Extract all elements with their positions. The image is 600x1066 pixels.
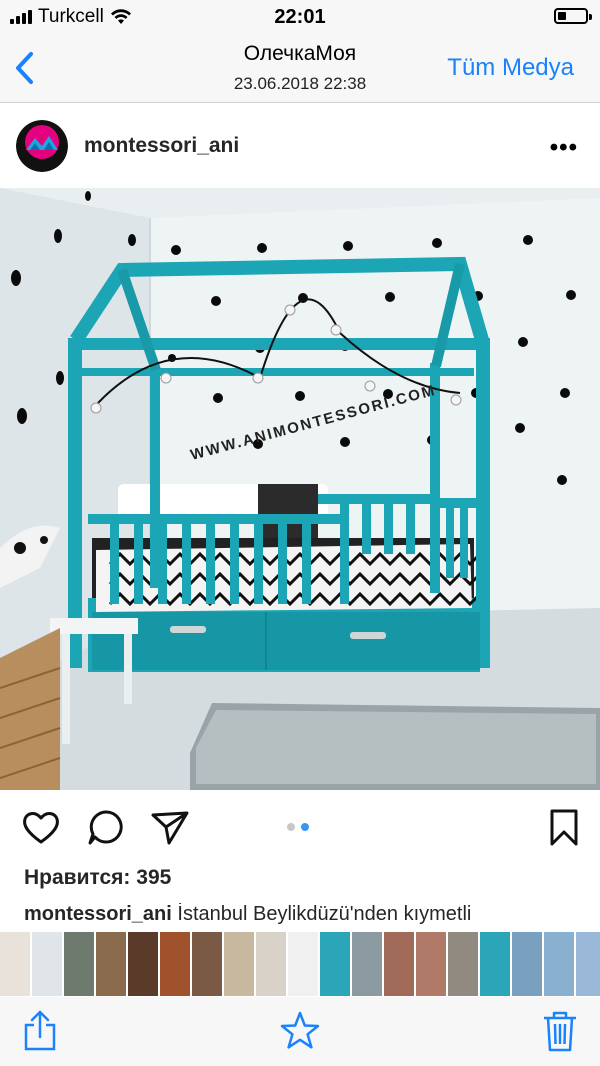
photo-thumbnail[interactable] [256,932,286,996]
photo-thumbnail[interactable] [576,932,600,996]
photo-thumbnail[interactable] [0,932,30,996]
more-icon[interactable]: ••• [550,134,578,162]
bottom-toolbar [0,997,600,1066]
all-media-button[interactable]: Tüm Medya [447,54,574,82]
photo-thumbnail[interactable] [64,932,94,996]
carousel-dots [287,823,309,831]
trash-icon[interactable] [540,1009,580,1053]
photo-thumbnail[interactable] [96,932,126,996]
photo-thumbnail[interactable] [352,932,382,996]
status-time: 22:01 [274,6,326,28]
comment-icon[interactable] [86,808,126,848]
photo-thumbnail[interactable] [320,932,350,996]
bookmark-icon[interactable] [544,808,584,848]
heart-icon[interactable] [21,808,61,848]
post-header: montessori_ani ••• [0,103,600,188]
post-actions [0,790,600,864]
star-icon[interactable] [280,1009,320,1053]
carousel-dot [301,823,309,831]
likes-count[interactable]: Нравится: 395 [24,866,171,890]
battery-icon [554,8,592,24]
caption-text: İstanbul Beylikdüzü'nden kıymetli [177,903,472,925]
bed-photo-illustration: WWW.ANIMONTESSORI.COM [0,188,600,790]
photo-thumbnail[interactable] [384,932,414,996]
status-bar: Turkcell 22:01 [0,0,600,34]
carousel-dot [287,823,295,831]
post-caption: montessori_ani İstanbul Beylikdüzü'nden … [24,903,600,926]
photo-thumbnail[interactable] [32,932,62,996]
thumbnail-strip[interactable] [0,932,600,996]
photo-thumbnail[interactable] [448,932,478,996]
nav-bar: ОлечкаМоя 23.06.2018 22:38 Tüm Medya [0,34,600,103]
photo-thumbnail[interactable] [480,932,510,996]
photo-thumbnail[interactable] [512,932,542,996]
photo-thumbnail[interactable] [224,932,254,996]
avatar[interactable] [16,120,68,172]
photo-thumbnail[interactable] [544,932,574,996]
photo-thumbnail[interactable] [288,932,318,996]
photo-thumbnail[interactable] [416,932,446,996]
share-icon[interactable] [150,808,190,848]
photo-thumbnail[interactable] [128,932,158,996]
photo-thumbnail[interactable] [160,932,190,996]
caption-username[interactable]: montessori_ani [24,903,172,925]
photo-thumbnail[interactable] [192,932,222,996]
post-username[interactable]: montessori_ani [84,134,239,158]
post-photo[interactable]: WWW.ANIMONTESSORI.COM [0,188,600,790]
upload-icon[interactable] [20,1009,60,1053]
